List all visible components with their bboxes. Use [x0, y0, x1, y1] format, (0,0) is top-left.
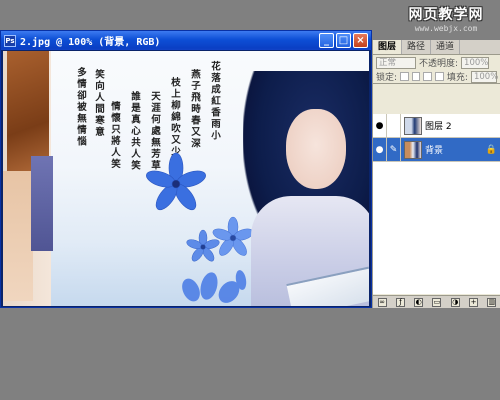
lock-transparency-icon[interactable]: [400, 72, 409, 81]
flower-cluster: [182, 270, 247, 303]
large-blue-flower: [146, 152, 206, 211]
brush-icon[interactable]: ✎: [387, 137, 401, 162]
blend-opacity-row: 正常 不透明度: 100%: [373, 55, 500, 70]
tab-layers[interactable]: 图层: [373, 40, 403, 54]
woman-face: [286, 109, 346, 189]
lock-pixels-icon[interactable]: [411, 72, 421, 81]
tab-paths[interactable]: 路径: [402, 40, 432, 54]
layer-thumbnail: [404, 140, 422, 159]
maximize-button[interactable]: □: [336, 33, 351, 48]
window-controls: _ □ ×: [319, 33, 368, 48]
adjustment-icon[interactable]: ◑: [450, 297, 460, 307]
layer-name: 背景: [425, 146, 444, 156]
poem-column: 枝上柳綿吹又少: [169, 77, 180, 158]
style-icon[interactable]: ƒ: [395, 297, 405, 307]
new-layer-icon[interactable]: +: [469, 297, 479, 307]
set-icon[interactable]: ▭: [432, 297, 442, 307]
mask-icon[interactable]: ◐: [414, 297, 424, 307]
blend-mode-select[interactable]: 正常: [376, 56, 416, 69]
eye-icon[interactable]: ●: [373, 137, 387, 162]
poem-column: 燕子飛時春又深: [189, 69, 200, 150]
eye-icon[interactable]: ●: [373, 113, 387, 138]
left-portrait-arm: [3, 171, 33, 301]
trash-icon[interactable]: ▥: [487, 297, 497, 307]
site-watermark: 网页教学网 www.webjx.com: [396, 4, 496, 36]
lock-fill-row: 锁定: 填充: 100%: [373, 70, 500, 84]
lock-all-icon[interactable]: [435, 72, 444, 81]
lock-label: 锁定:: [376, 73, 398, 83]
tab-channels[interactable]: 通道: [431, 40, 461, 54]
layers-list: ● 图层 2 ● ✎ 背景 🔒: [373, 113, 500, 294]
fill-label: 填充:: [446, 73, 468, 83]
fill-field[interactable]: 100%: [470, 70, 498, 83]
layer-row-selected[interactable]: ● ✎ 背景 🔒: [373, 137, 500, 162]
photoshop-doc-icon: Ps: [4, 34, 16, 47]
document-title: 2.jpg @ 100% (背景, RGB): [20, 37, 161, 48]
link-icon[interactable]: ∞: [377, 297, 387, 307]
poem-column: 笑向人間寒意: [93, 69, 104, 138]
document-window[interactable]: Ps 2.jpg @ 100% (背景, RGB) _ □ × 花落成紅香雨小 …: [0, 30, 372, 308]
poem-column: 多情卻被無情惱: [75, 67, 86, 148]
lock-position-icon[interactable]: [423, 72, 433, 81]
poem-column: 花落成紅香雨小: [209, 61, 220, 142]
watermark-title: 网页教学网: [408, 7, 484, 23]
minimize-button[interactable]: _: [319, 33, 334, 48]
watermark-url: www.webjx.com: [414, 24, 478, 33]
layer-row[interactable]: ● 图层 2: [373, 113, 500, 138]
opacity-label: 不透明度:: [419, 59, 459, 69]
opacity-field[interactable]: 100%: [461, 56, 490, 69]
poem-column: 誰是真心共人笑: [129, 91, 140, 172]
left-portrait-shirt: [31, 156, 53, 251]
lock-icon: 🔒: [485, 144, 497, 155]
poem-column: 情懷只將人笑: [109, 101, 120, 170]
layer-name: 图层 2: [425, 122, 452, 132]
link-toggle[interactable]: [387, 113, 401, 138]
document-titlebar[interactable]: Ps 2.jpg @ 100% (背景, RGB) _ □ ×: [1, 31, 371, 50]
image-canvas[interactable]: 花落成紅香雨小 燕子飛時春又深 枝上柳綿吹又少 天涯何處無芳草 誰是真心共人笑 …: [3, 51, 369, 306]
panel-footer: ∞ ƒ ◐ ▭ ◑ + ▥: [373, 295, 500, 308]
panel-tabs: 图层 路径 通道: [373, 40, 500, 55]
close-button[interactable]: ×: [353, 33, 368, 48]
layer-thumbnail: [404, 116, 422, 135]
layers-panel: 图层 路径 通道 正常 不透明度: 100% 锁定: 填充: 100% ● 图层…: [372, 40, 500, 308]
left-portrait: [3, 51, 53, 306]
